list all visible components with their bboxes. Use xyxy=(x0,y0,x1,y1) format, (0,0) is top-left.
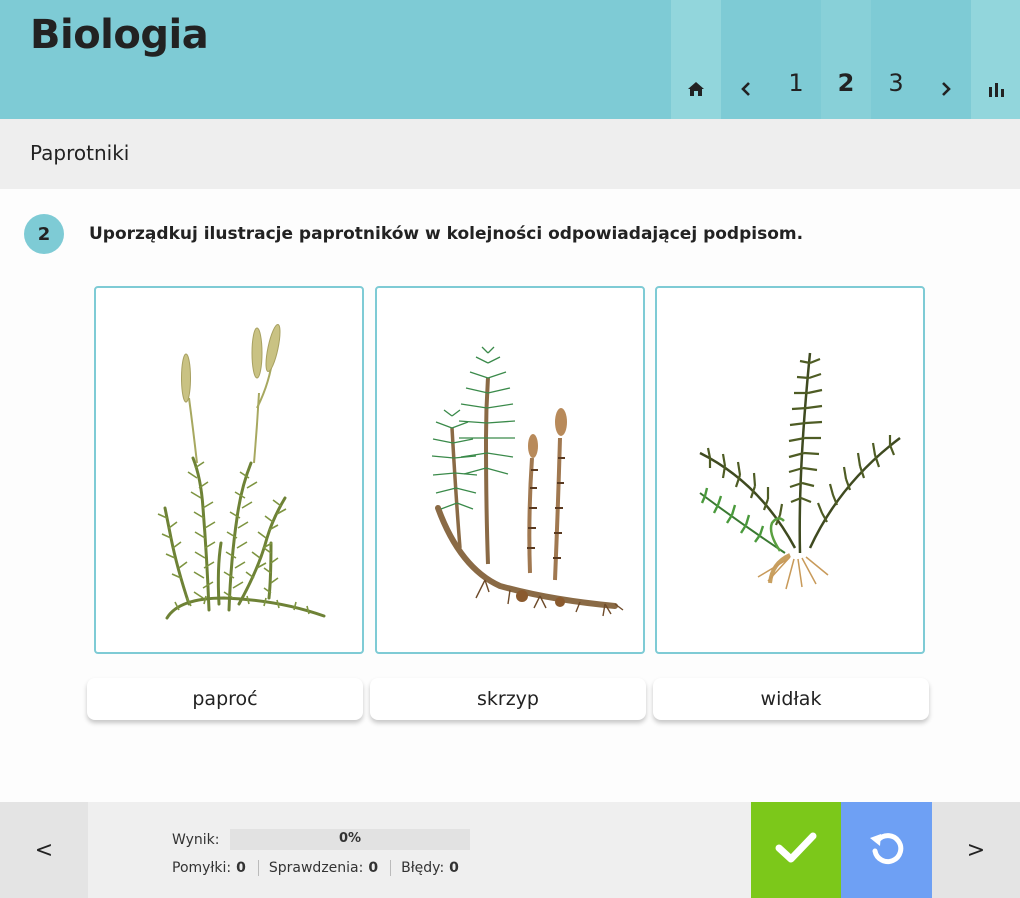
chevron-right-icon xyxy=(940,81,952,97)
result-value: 0% xyxy=(338,831,362,846)
footer-prev-button[interactable]: < xyxy=(0,802,88,898)
checks-stat: Sprawdzenia: 0 xyxy=(257,860,390,876)
reset-button[interactable] xyxy=(841,802,932,898)
image-card-2[interactable] xyxy=(375,286,645,654)
mistakes-label: Pomyłki: xyxy=(172,860,232,876)
home-icon xyxy=(687,81,705,97)
errors-stat: Błędy: 0 xyxy=(390,860,471,876)
label-tile-1[interactable]: paproć xyxy=(87,678,363,720)
footer-bar: < Wynik: 0% Pomyłki: 0 Sprawdzenia: 0 Bł… xyxy=(0,802,1020,898)
stats-button[interactable] xyxy=(971,0,1020,119)
header-bar: Biologia 1 2 3 xyxy=(0,0,1020,119)
check-button[interactable] xyxy=(751,802,841,898)
page-2-label: 2 xyxy=(837,69,855,97)
mistakes-stat: Pomyłki: 0 xyxy=(172,860,258,876)
label-tile-2[interactable]: skrzyp xyxy=(370,678,646,720)
footer-next-button[interactable]: > xyxy=(932,802,1020,898)
errors-label: Błędy: xyxy=(401,860,445,876)
page-1-label: 1 xyxy=(788,69,804,97)
image-card-1[interactable] xyxy=(94,286,364,654)
page-1-button[interactable]: 1 xyxy=(771,0,821,119)
page-2-button[interactable]: 2 xyxy=(821,0,871,119)
app-title: Biologia xyxy=(30,12,209,58)
label-tile-3-text: widłak xyxy=(760,688,822,710)
image-card-3[interactable] xyxy=(655,286,925,654)
page-3-label: 3 xyxy=(888,69,904,97)
label-tile-2-text: skrzyp xyxy=(477,688,539,710)
chevron-left-icon xyxy=(740,81,752,97)
prev-page-button[interactable] xyxy=(721,0,771,119)
checks-label: Sprawdzenia: xyxy=(268,860,364,876)
question-text: Uporządkuj ilustracje paprotników w kole… xyxy=(89,224,804,244)
clubmoss-illustration xyxy=(109,298,349,642)
section-title: Paprotniki xyxy=(30,141,130,165)
horsetail-illustration xyxy=(390,318,630,622)
bar-chart-icon xyxy=(987,81,1005,97)
page-3-button[interactable]: 3 xyxy=(871,0,921,119)
errors-value: 0 xyxy=(449,860,459,876)
stats-row: Pomyłki: 0 Sprawdzenia: 0 Błędy: 0 xyxy=(172,860,471,876)
result-progress-bar: 0% xyxy=(230,829,470,850)
fern-illustration xyxy=(670,333,910,607)
mistakes-value: 0 xyxy=(236,860,246,876)
home-button[interactable] xyxy=(671,0,721,119)
result-label: Wynik: xyxy=(172,832,220,848)
label-tile-1-text: paproć xyxy=(192,688,258,710)
question-number-badge: 2 xyxy=(24,214,64,254)
label-tile-3[interactable]: widłak xyxy=(653,678,929,720)
checkmark-icon xyxy=(775,832,817,868)
reset-icon xyxy=(867,828,907,872)
checks-value: 0 xyxy=(368,860,379,876)
next-page-button[interactable] xyxy=(921,0,971,119)
section-bar: Paprotniki xyxy=(0,119,1020,189)
